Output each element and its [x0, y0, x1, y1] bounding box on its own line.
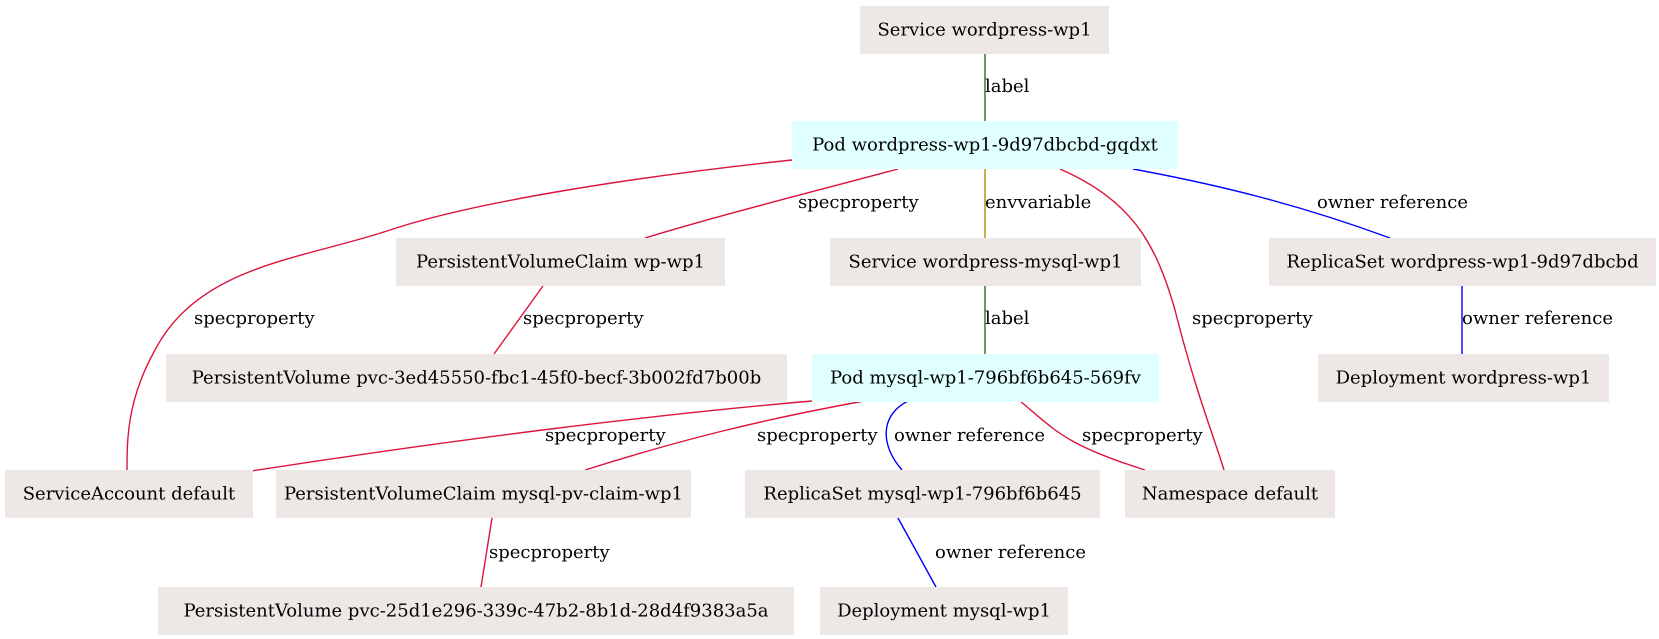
node-label: Pod mysql-wp1-796bf6b645-569fv — [830, 368, 1142, 389]
relationship-graph: label specproperty envvariable owner ref… — [5, 6, 1656, 635]
edge-specproperty-text: specproperty — [1192, 308, 1313, 329]
edge-specproperty-pod-mysql-to-serviceaccount — [244, 400, 813, 473]
edge-owner-reference-text: owner reference — [894, 425, 1045, 446]
node-replicaset-mysql[interactable]: ReplicaSet mysql-wp1-796bf6b645 — [745, 470, 1100, 518]
node-label: PersistentVolumeClaim mysql-pv-claim-wp1 — [284, 484, 683, 505]
edge-specproperty-text: specproperty — [523, 308, 644, 329]
node-label: Deployment mysql-wp1 — [837, 601, 1051, 622]
node-pvc-wp-wp1[interactable]: PersistentVolumeClaim wp-wp1 — [396, 238, 725, 286]
edge-specproperty-text: specproperty — [1082, 425, 1203, 446]
node-deployment-mysql[interactable]: Deployment mysql-wp1 — [820, 587, 1068, 635]
node-deployment-wordpress[interactable]: Deployment wordpress-wp1 — [1318, 354, 1609, 402]
edge-owner-reference-rs-mysql-to-deploy-mysql — [897, 517, 937, 588]
node-label: Service wordpress-mysql-wp1 — [849, 252, 1123, 273]
edge-specproperty-text: specproperty — [757, 425, 878, 446]
node-pv-wp[interactable]: PersistentVolume pvc-3ed45550-fbc1-45f0-… — [166, 354, 787, 402]
edge-specproperty-text: specproperty — [489, 542, 610, 563]
edge-specproperty-text: specproperty — [194, 308, 315, 329]
node-label: Namespace default — [1142, 484, 1319, 505]
node-label: ServiceAccount default — [23, 484, 236, 505]
node-namespace-default[interactable]: Namespace default — [1125, 470, 1335, 518]
node-label: PersistentVolumeClaim wp-wp1 — [416, 252, 705, 273]
node-pod-wordpress[interactable]: Pod wordpress-wp1-9d97dbcbd-gqdxt — [792, 121, 1178, 169]
node-label: PersistentVolume pvc-3ed45550-fbc1-45f0-… — [192, 368, 761, 389]
edge-label-text: label — [985, 308, 1030, 329]
node-label: ReplicaSet wordpress-wp1-9d97dbcbd — [1286, 252, 1638, 273]
edge-label-text: label — [985, 76, 1030, 97]
node-service-wordpress-wp1[interactable]: Service wordpress-wp1 — [860, 6, 1109, 54]
node-label: Deployment wordpress-wp1 — [1336, 368, 1592, 389]
node-pv-mysql[interactable]: PersistentVolume pvc-25d1e296-339c-47b2-… — [158, 587, 794, 635]
edge-owner-reference-text: owner reference — [935, 542, 1086, 563]
node-label: Service wordpress-wp1 — [877, 20, 1091, 41]
node-pvc-mysql[interactable]: PersistentVolumeClaim mysql-pv-claim-wp1 — [276, 470, 691, 518]
node-serviceaccount-default[interactable]: ServiceAccount default — [5, 470, 253, 518]
node-replicaset-wordpress[interactable]: ReplicaSet wordpress-wp1-9d97dbcbd — [1269, 238, 1656, 286]
edge-specproperty-text: specproperty — [798, 192, 919, 213]
edge-envvariable-text: envvariable — [985, 192, 1091, 213]
edge-owner-reference-text: owner reference — [1317, 192, 1468, 213]
node-label: ReplicaSet mysql-wp1-796bf6b645 — [763, 484, 1081, 505]
node-pod-mysql[interactable]: Pod mysql-wp1-796bf6b645-569fv — [812, 354, 1159, 402]
node-label: Pod wordpress-wp1-9d97dbcbd-gqdxt — [812, 135, 1158, 156]
node-label: PersistentVolume pvc-25d1e296-339c-47b2-… — [183, 601, 768, 622]
node-service-wordpress-mysql-wp1[interactable]: Service wordpress-mysql-wp1 — [830, 238, 1141, 286]
edge-owner-reference-text: owner reference — [1462, 308, 1613, 329]
edge-specproperty-text: specproperty — [545, 425, 666, 446]
